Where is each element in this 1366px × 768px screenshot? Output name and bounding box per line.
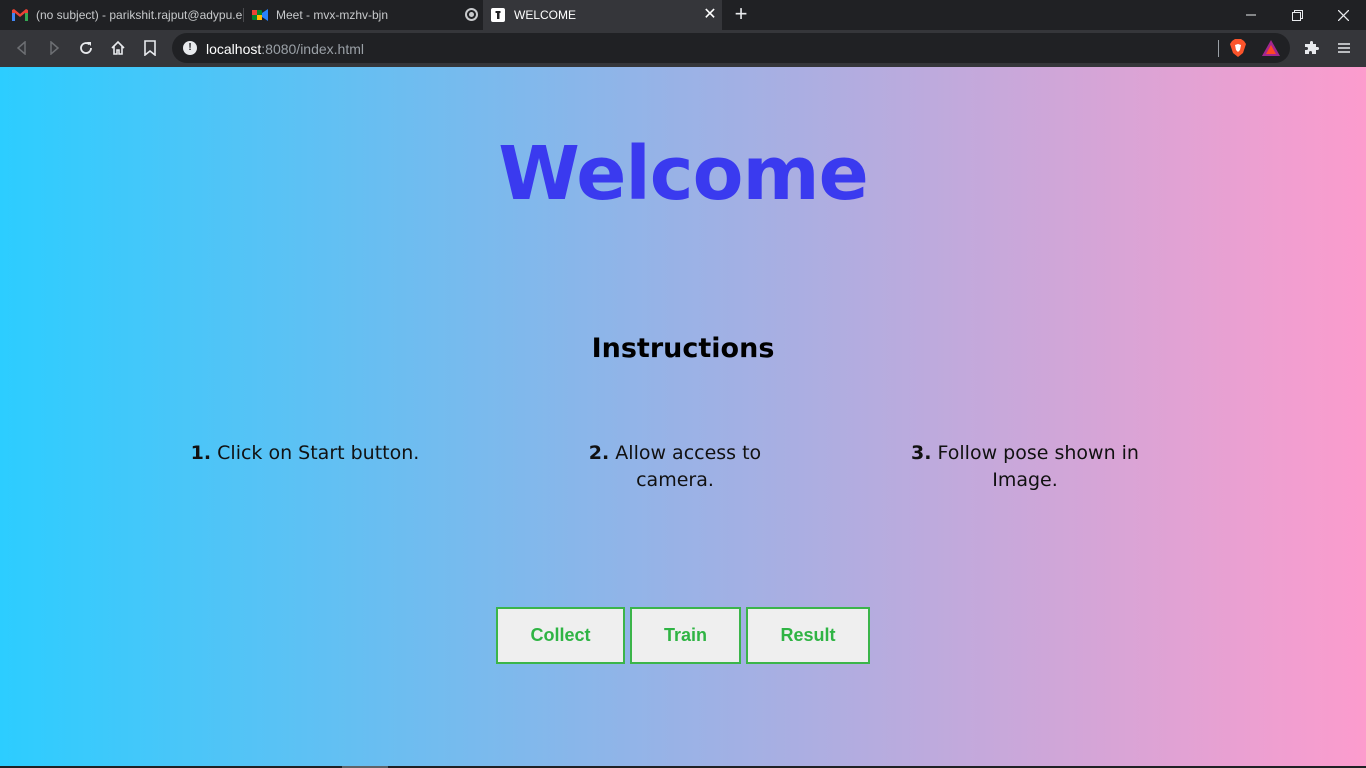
result-button[interactable]: Result xyxy=(746,607,870,664)
url-host: localhost xyxy=(206,41,262,57)
browser-toolbar: ! localhost:8080/index.html xyxy=(0,30,1366,67)
new-tab-button[interactable]: + xyxy=(731,3,751,25)
tab-title: WELCOME xyxy=(514,8,577,22)
page-viewport: Welcome Instructions 1. Click on Start b… xyxy=(0,67,1366,766)
gmail-icon xyxy=(12,7,28,23)
back-button[interactable] xyxy=(10,36,34,60)
tab-gmail[interactable]: (no subject) - parikshit.rajput@adypu.ed… xyxy=(12,0,242,30)
tab-separator xyxy=(243,8,244,22)
instructions-heading: Instructions xyxy=(591,333,775,364)
address-bar[interactable]: ! localhost:8080/index.html xyxy=(172,33,1290,63)
step-text: Allow access to camera. xyxy=(609,442,762,491)
page-title: Welcome xyxy=(498,131,869,217)
tab-strip: (no subject) - parikshit.rajput@adypu.ed… xyxy=(0,0,1366,30)
tab-welcome[interactable]: WELCOME ✕ xyxy=(483,0,722,30)
tab-meet[interactable]: Meet - mvx-mzhv-bjn xyxy=(252,0,484,30)
tab-title: (no subject) - parikshit.rajput@adypu.ed… xyxy=(36,8,242,22)
instruction-step-1: 1. Click on Start button. xyxy=(180,440,430,467)
bookmark-button[interactable] xyxy=(138,36,162,60)
url-text[interactable]: localhost:8080/index.html xyxy=(206,41,364,57)
close-tab-icon[interactable]: ✕ xyxy=(702,7,718,23)
step-text: Click on Start button. xyxy=(211,442,420,464)
page-icon xyxy=(490,7,506,23)
step-number: 2. xyxy=(588,442,610,464)
close-window-button[interactable] xyxy=(1320,0,1366,30)
google-meet-icon xyxy=(252,7,268,23)
forward-button[interactable] xyxy=(42,36,66,60)
home-button[interactable] xyxy=(106,36,130,60)
address-divider xyxy=(1218,40,1219,57)
step-number: 1. xyxy=(190,442,212,464)
brave-shields-icon[interactable] xyxy=(1226,36,1250,60)
train-button[interactable]: Train xyxy=(630,607,741,664)
instruction-step-3: 3. Follow pose shown in Image. xyxy=(900,440,1150,494)
restore-button[interactable] xyxy=(1274,0,1320,30)
menu-icon[interactable] xyxy=(1332,36,1356,60)
instruction-step-2: 2. Allow access to camera. xyxy=(550,440,800,494)
recording-icon xyxy=(465,8,478,21)
step-text: Follow pose shown in Image. xyxy=(931,442,1139,491)
brave-rewards-icon[interactable] xyxy=(1259,36,1283,60)
reload-button[interactable] xyxy=(74,36,98,60)
step-number: 3. xyxy=(911,442,932,464)
minimize-button[interactable] xyxy=(1228,0,1274,30)
extensions-icon[interactable] xyxy=(1300,36,1324,60)
collect-button[interactable]: Collect xyxy=(496,607,625,664)
tab-title: Meet - mvx-mzhv-bjn xyxy=(276,8,389,22)
url-path: :8080/index.html xyxy=(261,41,364,57)
info-icon[interactable]: ! xyxy=(183,41,197,55)
